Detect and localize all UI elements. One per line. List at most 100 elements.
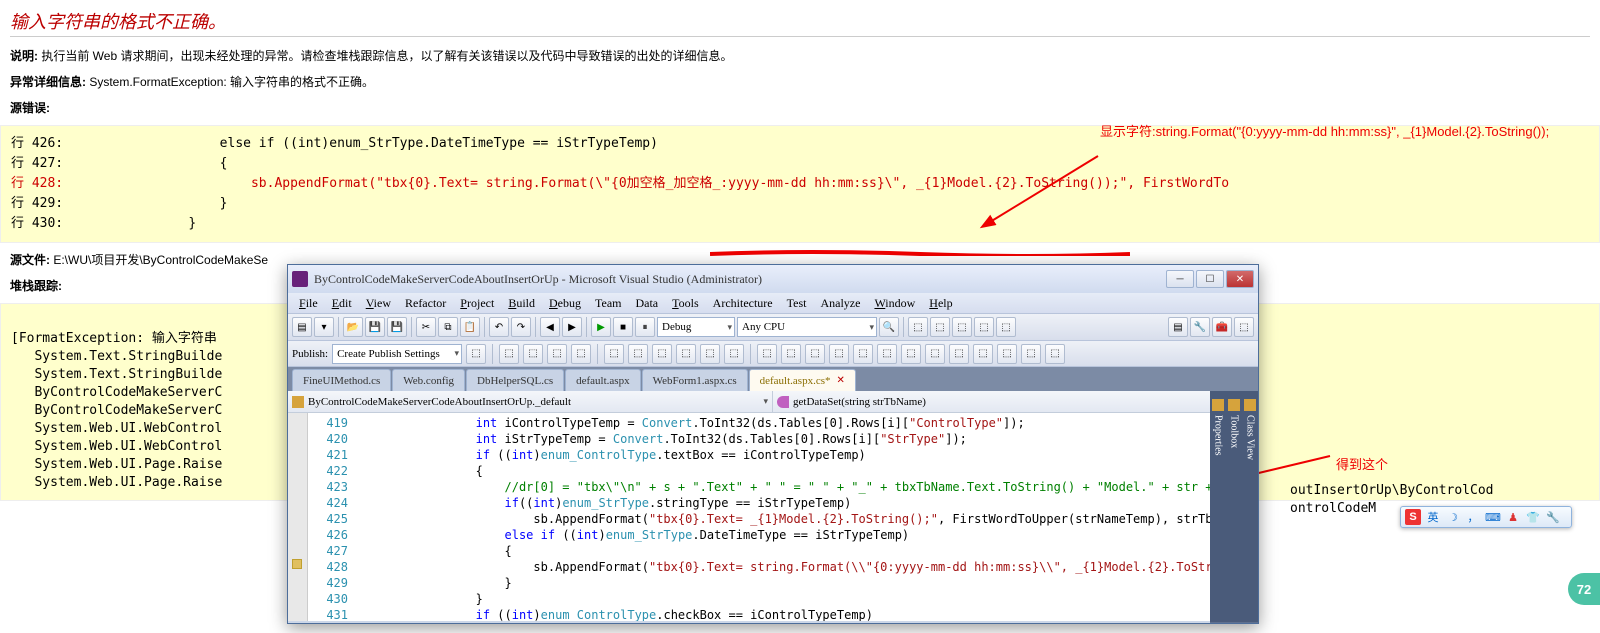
save-all-button[interactable]: 💾 <box>387 317 407 337</box>
tb2-5[interactable]: ⬚ <box>604 344 624 364</box>
toolbar-publish[interactable]: Publish: Create Publish Settings ⬚ ⬚ ⬚ ⬚… <box>288 341 1258 367</box>
start-button[interactable]: ▶ <box>591 317 611 337</box>
menu-edit[interactable]: Edit <box>325 294 359 313</box>
config-combo[interactable]: Debug <box>657 317 735 337</box>
tab-dbhelpersql-cs[interactable]: DbHelperSQL.cs <box>466 369 564 391</box>
menu-team[interactable]: Team <box>588 294 628 313</box>
tb2-14[interactable]: ⬚ <box>829 344 849 364</box>
maximize-button[interactable]: ☐ <box>1196 270 1224 288</box>
publish-btn[interactable]: ⬚ <box>466 344 486 364</box>
tb2-1[interactable]: ⬚ <box>499 344 519 364</box>
menu-file[interactable]: File <box>292 294 325 313</box>
side-tab-class-view[interactable]: Class View <box>1242 391 1258 623</box>
tb2-9[interactable]: ⬚ <box>700 344 720 364</box>
tab-default-aspx-cs-[interactable]: default.aspx.cs*✕ <box>749 369 856 391</box>
tb-ext-3[interactable]: ⬚ <box>952 317 972 337</box>
tb2-17[interactable]: ⬚ <box>901 344 921 364</box>
tb2-6[interactable]: ⬚ <box>628 344 648 364</box>
menu-analyze[interactable]: Analyze <box>813 294 867 313</box>
side-tab-properties[interactable]: Properties <box>1210 391 1226 623</box>
menu-build[interactable]: Build <box>501 294 542 313</box>
break-button[interactable]: ⏸ <box>635 317 655 337</box>
close-button[interactable]: ✕ <box>1226 270 1254 288</box>
cut-button[interactable]: ✂ <box>416 317 436 337</box>
tb2-18[interactable]: ⬚ <box>925 344 945 364</box>
nav-fwd-button[interactable]: ▶ <box>562 317 582 337</box>
tb2-16[interactable]: ⬚ <box>877 344 897 364</box>
tab-default-aspx[interactable]: default.aspx <box>565 369 640 391</box>
tab-fineuimethod-cs[interactable]: FineUIMethod.cs <box>292 369 391 391</box>
tb2-15[interactable]: ⬚ <box>853 344 873 364</box>
copy-button[interactable]: ⧉ <box>438 317 458 337</box>
open-button[interactable]: 📂 <box>343 317 363 337</box>
solution-explorer-button[interactable]: ▤ <box>1168 317 1188 337</box>
menu-tools[interactable]: Tools <box>665 294 706 313</box>
ime-keyboard-icon[interactable]: ⌨ <box>1485 509 1501 525</box>
platform-combo[interactable]: Any CPU <box>737 317 877 337</box>
stop-button[interactable]: ■ <box>613 317 633 337</box>
side-panel[interactable]: Class ViewToolboxProperties <box>1238 391 1258 623</box>
tb-ext-2[interactable]: ⬚ <box>930 317 950 337</box>
tb2-21[interactable]: ⬚ <box>997 344 1017 364</box>
properties-button[interactable]: 🔧 <box>1190 317 1210 337</box>
tb-ext-1[interactable]: ⬚ <box>908 317 928 337</box>
menu-data[interactable]: Data <box>628 294 665 313</box>
tb2-22[interactable]: ⬚ <box>1021 344 1041 364</box>
ime-settings-icon[interactable]: 🔧 <box>1545 509 1561 525</box>
nav-back-button[interactable]: ◀ <box>540 317 560 337</box>
ime-moon-icon[interactable]: ☽ <box>1445 509 1461 525</box>
menu-window[interactable]: Window <box>867 294 922 313</box>
publish-combo[interactable]: Create Publish Settings <box>332 344 462 364</box>
code-editor[interactable]: 419420421422423424425426427428429430431 … <box>288 413 1258 621</box>
menu-test[interactable]: Test <box>780 294 814 313</box>
paste-button[interactable]: 📋 <box>460 317 480 337</box>
redo-button[interactable]: ↷ <box>511 317 531 337</box>
type-combo[interactable]: ByControlCodeMakeServerCodeAboutInsertOr… <box>288 391 773 412</box>
ime-toolbar[interactable]: S 英 ☽ ， ⌨ ♟ 👕 🔧 <box>1400 506 1572 528</box>
new-project-button[interactable]: ▤ <box>292 317 312 337</box>
minimize-button[interactable]: ─ <box>1166 270 1194 288</box>
tb2-20[interactable]: ⬚ <box>973 344 993 364</box>
menu-refactor[interactable]: Refactor <box>398 294 453 313</box>
new-project-dd[interactable]: ▾ <box>314 317 334 337</box>
tb2-3[interactable]: ⬚ <box>547 344 567 364</box>
undo-button[interactable]: ↶ <box>489 317 509 337</box>
menu-view[interactable]: View <box>359 294 398 313</box>
tb2-10[interactable]: ⬚ <box>724 344 744 364</box>
menu-debug[interactable]: Debug <box>542 294 588 313</box>
ime-person-icon[interactable]: ♟ <box>1505 509 1521 525</box>
tb2-7[interactable]: ⬚ <box>652 344 672 364</box>
tb-ext-4[interactable]: ⬚ <box>974 317 994 337</box>
tb2-11[interactable]: ⬚ <box>757 344 777 364</box>
tb2-19[interactable]: ⬚ <box>949 344 969 364</box>
ime-shirt-icon[interactable]: 👕 <box>1525 509 1541 525</box>
document-tabs[interactable]: FineUIMethod.csWeb.configDbHelperSQL.csd… <box>288 367 1258 391</box>
tb2-23[interactable]: ⬚ <box>1045 344 1065 364</box>
toolbox-button[interactable]: 🧰 <box>1212 317 1232 337</box>
toolbar-main[interactable]: ▤ ▾ 📂 💾 💾 ✂ ⧉ 📋 ↶ ↷ ◀ ▶ ▶ ■ ⏸ Debug Any … <box>288 313 1258 341</box>
tb2-8[interactable]: ⬚ <box>676 344 696 364</box>
tb-ext-5[interactable]: ⬚ <box>996 317 1016 337</box>
menu-architecture[interactable]: Architecture <box>706 294 780 313</box>
code-content[interactable]: int iControlTypeTemp = Convert.ToInt32(d… <box>354 413 1258 621</box>
tab-webform1-aspx-cs[interactable]: WebForm1.aspx.cs <box>642 369 748 391</box>
window-titlebar[interactable]: ByControlCodeMakeServerCodeAboutInsertOr… <box>288 265 1258 293</box>
side-tab-toolbox[interactable]: Toolbox <box>1226 391 1242 623</box>
tab-web-config[interactable]: Web.config <box>392 369 465 391</box>
tb2-2[interactable]: ⬚ <box>523 344 543 364</box>
tb-right-4[interactable]: ⬚ <box>1234 317 1254 337</box>
tb2-13[interactable]: ⬚ <box>805 344 825 364</box>
visual-studio-window[interactable]: ByControlCodeMakeServerCodeAboutInsertOr… <box>287 264 1259 624</box>
nav-bar[interactable]: ByControlCodeMakeServerCodeAboutInsertOr… <box>288 391 1258 413</box>
badge-count[interactable]: 72 <box>1568 573 1600 605</box>
menu-bar[interactable]: FileEditViewRefactorProjectBuildDebugTea… <box>288 293 1258 313</box>
tb2-4[interactable]: ⬚ <box>571 344 591 364</box>
menu-help[interactable]: Help <box>922 294 959 313</box>
close-icon[interactable]: ✕ <box>837 375 845 386</box>
editor-margin[interactable] <box>288 413 308 621</box>
ime-punct-icon[interactable]: ， <box>1465 509 1481 525</box>
ime-logo-icon[interactable]: S <box>1405 509 1421 525</box>
find-button[interactable]: 🔍 <box>879 317 899 337</box>
member-combo[interactable]: getDataSet(string strTbName) <box>773 391 1258 412</box>
save-button[interactable]: 💾 <box>365 317 385 337</box>
